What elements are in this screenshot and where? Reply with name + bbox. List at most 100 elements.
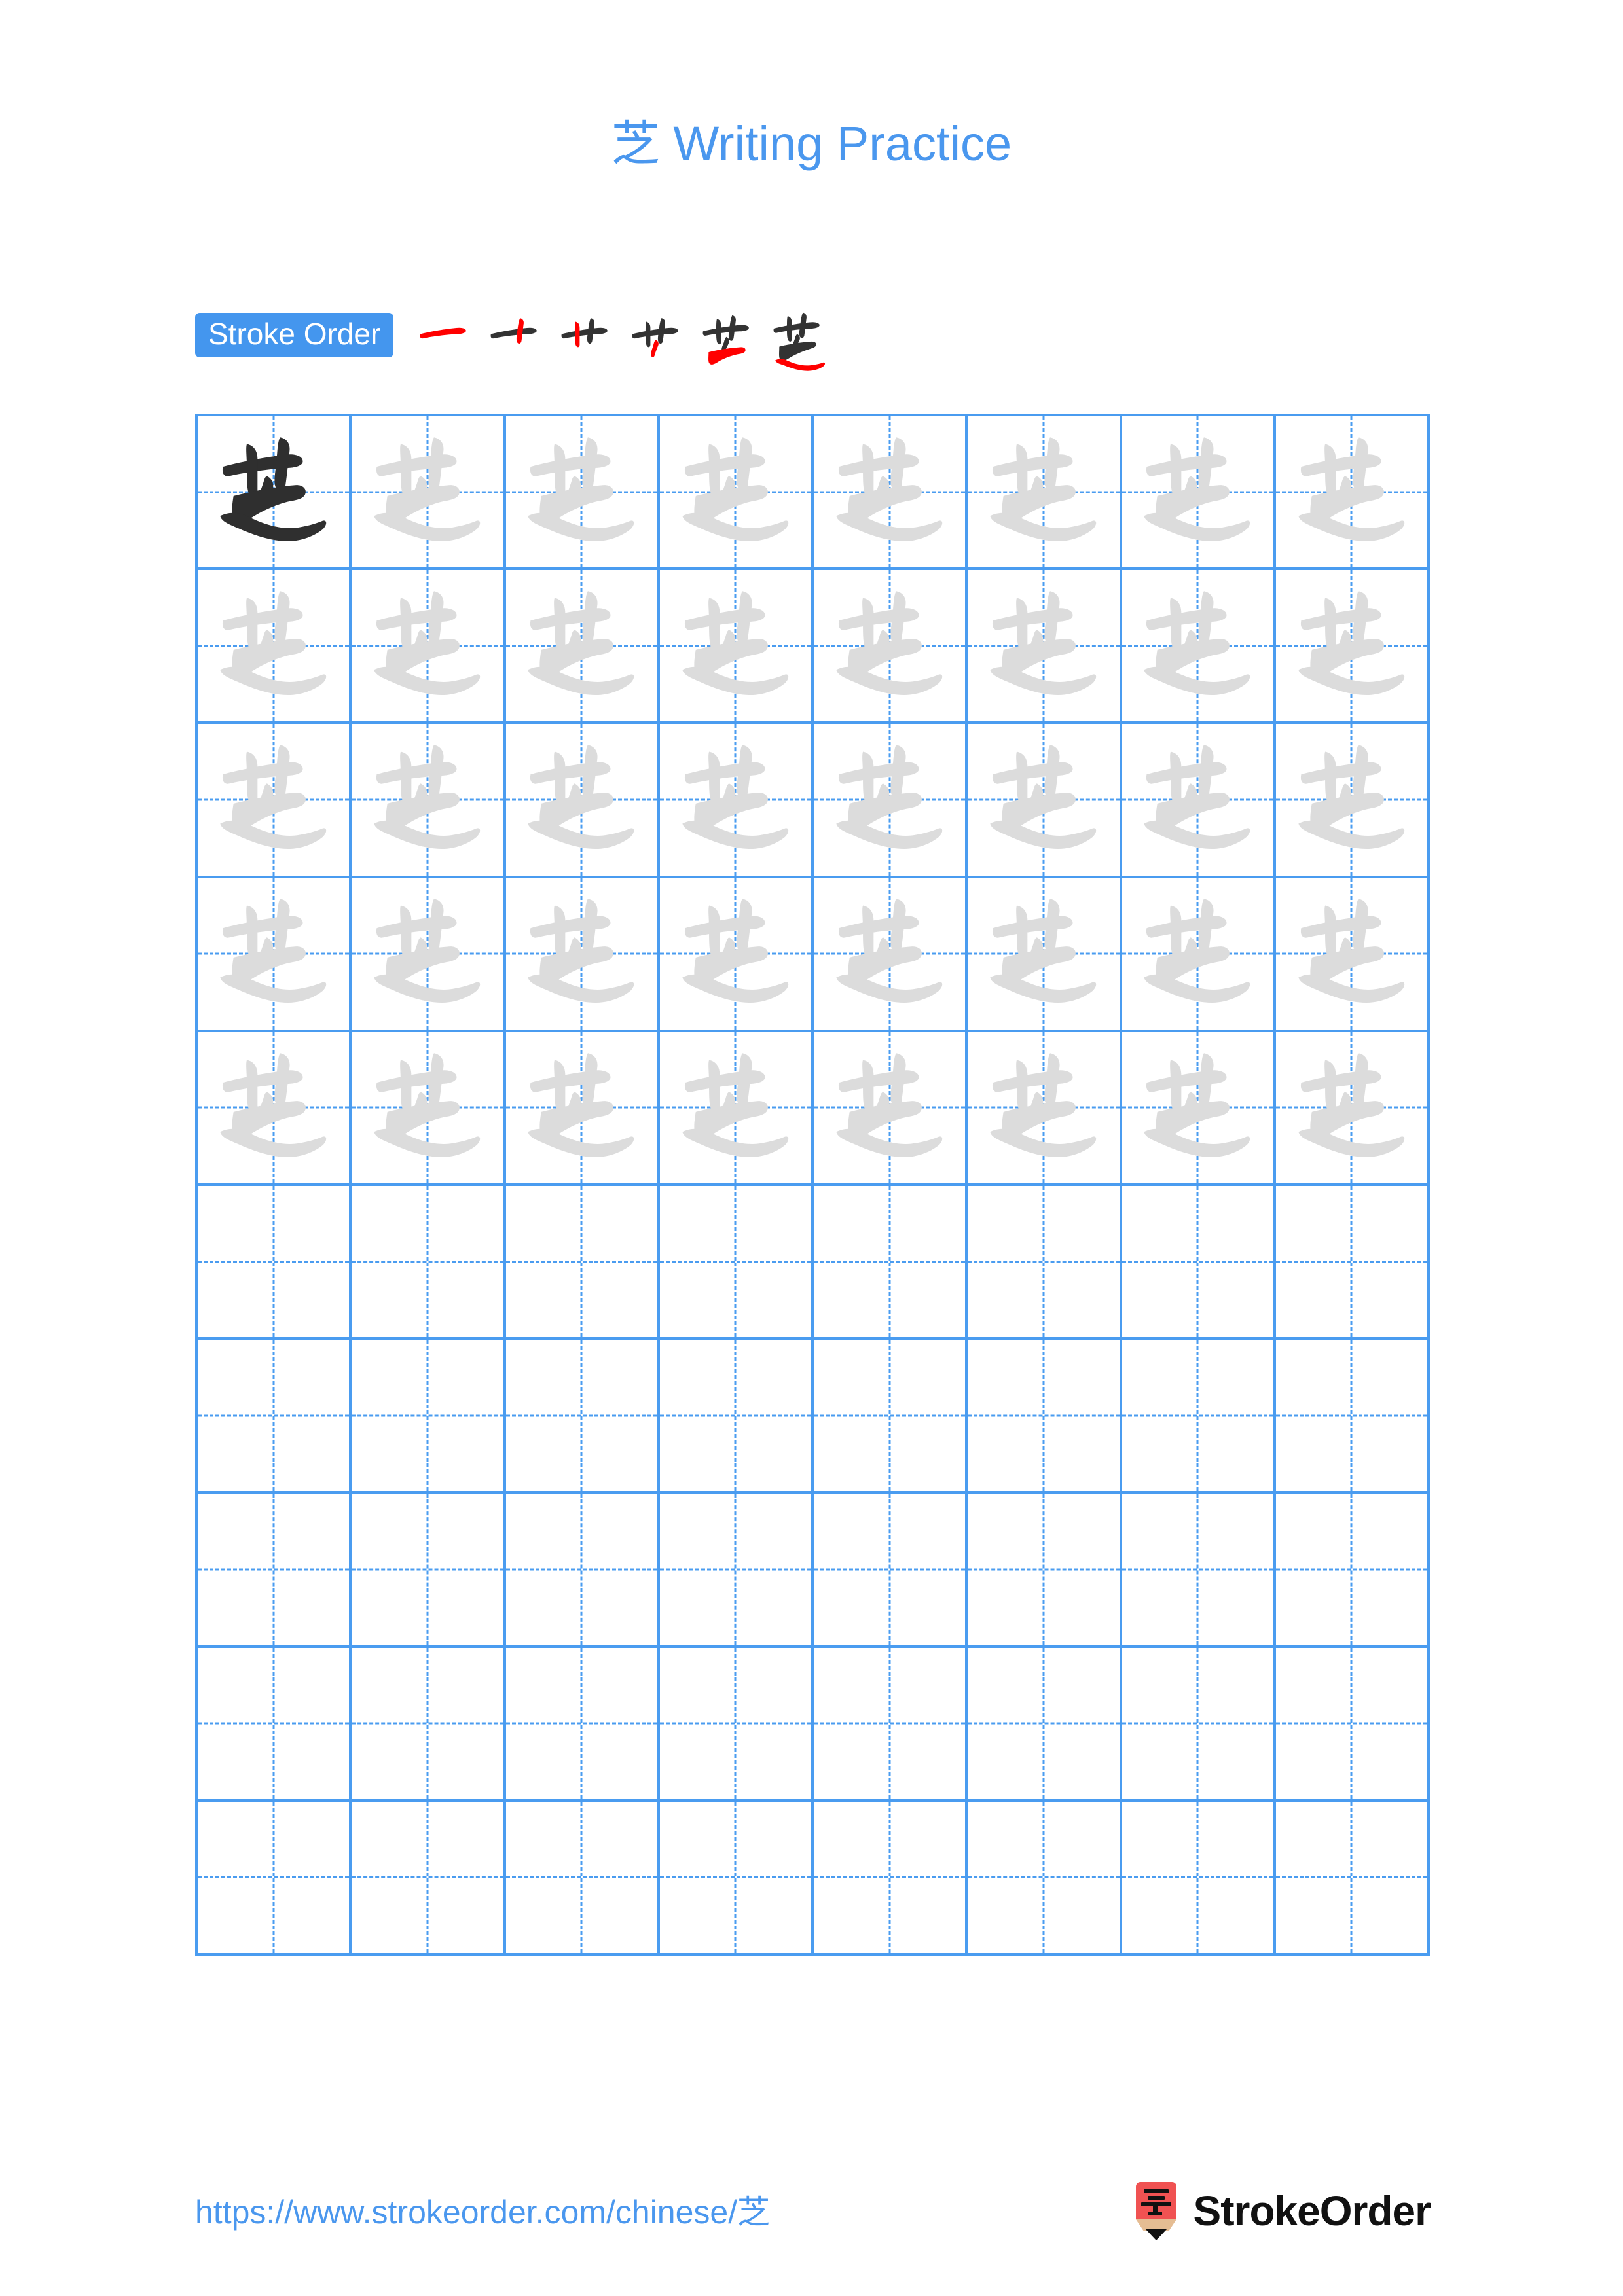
practice-cell[interactable]: [659, 1801, 814, 1956]
tracing-character: [660, 724, 811, 875]
practice-cell[interactable]: [198, 1031, 352, 1186]
practice-cell[interactable]: [198, 878, 352, 1032]
practice-cell[interactable]: [1122, 1185, 1276, 1340]
practice-cell[interactable]: [1275, 1494, 1430, 1648]
practice-cell[interactable]: [1275, 878, 1430, 1032]
practice-cell[interactable]: [198, 570, 352, 725]
practice-cell[interactable]: [352, 570, 506, 725]
tracing-character: [968, 724, 1119, 875]
source-url-link[interactable]: https://www.strokeorder.com/chinese/芝: [195, 2186, 770, 2233]
practice-cell[interactable]: [352, 416, 506, 571]
practice-cell[interactable]: [352, 878, 506, 1032]
practice-cell[interactable]: [814, 1031, 968, 1186]
practice-cell[interactable]: [352, 1340, 506, 1494]
practice-cell[interactable]: [1122, 724, 1276, 878]
practice-cell[interactable]: [198, 1647, 352, 1802]
practice-cell[interactable]: [1122, 416, 1276, 571]
practice-cell[interactable]: [968, 1647, 1122, 1802]
tracing-character: [660, 878, 811, 1030]
practice-cell[interactable]: [352, 1494, 506, 1648]
practice-cell[interactable]: [352, 1185, 506, 1340]
practice-cell[interactable]: [1122, 1340, 1276, 1494]
practice-cell[interactable]: [659, 570, 814, 725]
practice-cell[interactable]: [659, 1647, 814, 1802]
tracing-character: [1276, 570, 1427, 721]
practice-cell[interactable]: [1275, 570, 1430, 725]
practice-cell[interactable]: [198, 1340, 352, 1494]
practice-cell[interactable]: [968, 878, 1122, 1032]
practice-cell[interactable]: [968, 1340, 1122, 1494]
practice-cell[interactable]: [814, 1801, 968, 1956]
stroke-order-badge: Stroke Order: [195, 313, 394, 357]
practice-cell[interactable]: [968, 1494, 1122, 1648]
stroke-step-3: [552, 305, 621, 374]
practice-cell[interactable]: [198, 1801, 352, 1956]
practice-cell[interactable]: [1122, 878, 1276, 1032]
practice-cell[interactable]: [1275, 1801, 1430, 1956]
practice-cell[interactable]: [659, 1494, 814, 1648]
practice-cell[interactable]: [505, 1185, 660, 1340]
brand-name: StrokeOrder: [1193, 2187, 1431, 2234]
tracing-character: [814, 570, 965, 721]
tracing-character: [198, 570, 349, 721]
stroke-step-1: [410, 305, 480, 374]
practice-cell[interactable]: [1275, 1647, 1430, 1802]
practice-cell[interactable]: [505, 1340, 660, 1494]
practice-cell[interactable]: [659, 878, 814, 1032]
practice-cell[interactable]: [505, 416, 660, 571]
practice-grid: [195, 414, 1430, 1956]
practice-cell[interactable]: [659, 724, 814, 878]
practice-cell[interactable]: [505, 1031, 660, 1186]
strokeorder-pencil-icon: [1132, 2181, 1180, 2240]
practice-cell[interactable]: [968, 416, 1122, 571]
practice-cell[interactable]: [352, 1031, 506, 1186]
practice-cell[interactable]: [814, 1185, 968, 1340]
practice-cell[interactable]: [814, 1340, 968, 1494]
practice-cell[interactable]: [1122, 1801, 1276, 1956]
practice-cell[interactable]: [814, 724, 968, 878]
practice-cell[interactable]: [1275, 1031, 1430, 1186]
practice-cell[interactable]: [352, 724, 506, 878]
tracing-character: [506, 570, 657, 721]
practice-cell[interactable]: [505, 1801, 660, 1956]
practice-cell[interactable]: [814, 1647, 968, 1802]
tracing-character: [1122, 1032, 1273, 1183]
practice-cell[interactable]: [1275, 724, 1430, 878]
practice-cell[interactable]: [814, 1494, 968, 1648]
practice-cell[interactable]: [1275, 1185, 1430, 1340]
page-title: 芝 Writing Practice: [611, 117, 1012, 171]
practice-cell[interactable]: [1122, 1494, 1276, 1648]
practice-cell[interactable]: [1275, 416, 1430, 571]
practice-cell[interactable]: [505, 1647, 660, 1802]
practice-cell[interactable]: [814, 878, 968, 1032]
practice-cell[interactable]: [968, 1801, 1122, 1956]
practice-cell[interactable]: [1122, 1647, 1276, 1802]
practice-cell[interactable]: [659, 1340, 814, 1494]
practice-cell[interactable]: [1275, 1340, 1430, 1494]
practice-cell[interactable]: [1122, 1031, 1276, 1186]
practice-cell[interactable]: [198, 1185, 352, 1340]
tracing-character: [814, 878, 965, 1030]
practice-cell[interactable]: [352, 1801, 506, 1956]
practice-cell[interactable]: [968, 1185, 1122, 1340]
practice-cell[interactable]: [1122, 570, 1276, 725]
practice-cell[interactable]: [659, 1031, 814, 1186]
practice-cell[interactable]: [659, 1185, 814, 1340]
tracing-character: [1122, 570, 1273, 721]
practice-cell[interactable]: [505, 724, 660, 878]
stroke-step-5: [693, 305, 763, 374]
practice-cell[interactable]: [198, 724, 352, 878]
practice-cell[interactable]: [198, 416, 352, 571]
practice-cell[interactable]: [659, 416, 814, 571]
practice-cell[interactable]: [814, 416, 968, 571]
practice-cell[interactable]: [968, 724, 1122, 878]
practice-cell[interactable]: [505, 1494, 660, 1648]
practice-cell[interactable]: [814, 570, 968, 725]
practice-cell[interactable]: [505, 878, 660, 1032]
practice-cell[interactable]: [968, 570, 1122, 725]
practice-cell[interactable]: [198, 1494, 352, 1648]
stroke-step-list: [410, 305, 835, 374]
practice-cell[interactable]: [352, 1647, 506, 1802]
practice-cell[interactable]: [505, 570, 660, 725]
practice-cell[interactable]: [968, 1031, 1122, 1186]
